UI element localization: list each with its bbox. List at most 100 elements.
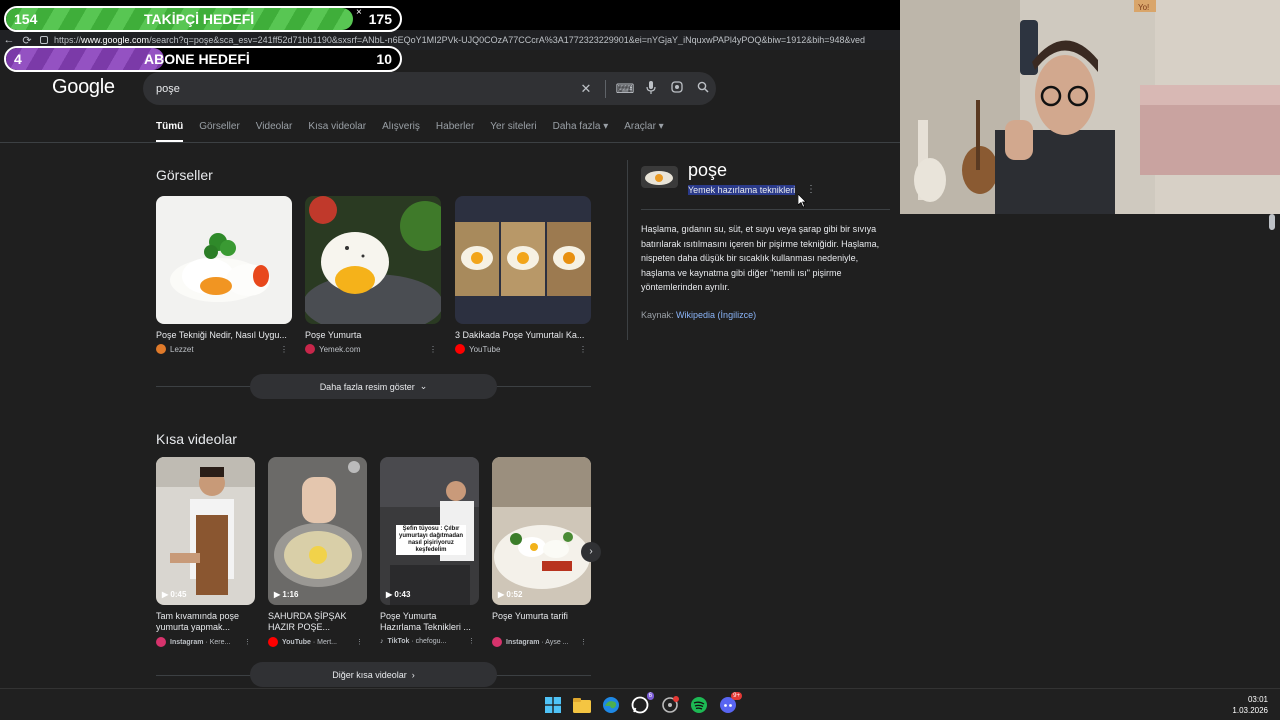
system-clock[interactable]: 03:01 1.03.2026 (1232, 694, 1268, 716)
video-source: Instagram · Kere... ⋮ (156, 637, 255, 647)
more-vert-icon[interactable]: ⋮ (580, 638, 587, 646)
image-thumbnail[interactable] (156, 196, 292, 324)
image-source: YouTube ⋮ (455, 344, 591, 354)
site-info-icon[interactable] (40, 36, 48, 44)
more-images-label: Daha fazla resim göster (319, 381, 415, 392)
tab-3[interactable]: Kısa videolar (308, 121, 366, 142)
more-vert-icon[interactable]: ⋮ (579, 345, 587, 354)
tab-7[interactable]: Daha fazla ▾ (553, 121, 609, 142)
video-duration-value: 0:45 (170, 590, 187, 599)
video-caption[interactable]: Poşe Yumurta tarifi (492, 611, 591, 633)
knowledge-panel-subtitle[interactable]: Yemek hazırlama teknikleri (688, 185, 796, 195)
more-vert-icon[interactable]: ⋮ (244, 638, 251, 646)
discord-badge: 9+ (731, 692, 742, 700)
tab-5[interactable]: Haberler (436, 121, 474, 142)
youtube-icon (268, 637, 278, 647)
video-platform: Instagram (170, 638, 204, 646)
search-box[interactable]: poşe ✕ ⌨ (143, 72, 716, 105)
images-section-title: Görseller (156, 167, 213, 183)
follower-goal-label: TAKİPÇİ HEDEFİ (144, 11, 255, 27)
video-thumbnail[interactable]: ▶ 1:16 (268, 457, 367, 605)
short-video-card[interactable]: ▶ 0:52 Poşe Yumurta tarifi Instagram · A… (492, 457, 591, 647)
tiktok-icon: ♪ (380, 637, 384, 645)
image-result[interactable]: 3 Dakikada Poşe Yumurtalı Ka... YouTube ⋮ (455, 196, 591, 354)
video-thumbnail[interactable]: ▶ 0:52 (492, 457, 591, 605)
keyboard-icon[interactable]: ⌨ (612, 81, 638, 97)
page-scrollbar[interactable] (1268, 214, 1276, 684)
image-source: Yemek.com ⋮ (305, 344, 441, 354)
video-caption[interactable]: SAHURDA ŞİPŞAK HAZIR POŞE... (268, 611, 367, 633)
image-caption[interactable]: Poşe Yumurta (305, 330, 441, 340)
lens-icon[interactable] (664, 81, 690, 96)
follower-current: 154 (14, 11, 38, 27)
image-thumbnail[interactable] (305, 196, 441, 324)
image-thumbnail[interactable] (455, 196, 591, 324)
search-icon[interactable] (690, 81, 716, 96)
tab-2[interactable]: Videolar (256, 121, 293, 142)
shorts-section-title: Kısa videolar (156, 431, 237, 447)
instagram-icon (156, 637, 166, 647)
image-result[interactable]: Poşe Yumurta Yemek.com ⋮ (305, 196, 441, 354)
spotify-icon[interactable] (689, 695, 709, 715)
video-duration: ▶ 0:45 (162, 590, 187, 599)
tab-4[interactable]: Alışveriş (382, 121, 420, 142)
discord-icon[interactable]: 9+ (718, 692, 742, 715)
video-caption[interactable]: Tam kıvamında poşe yumurta yapmak... (156, 611, 255, 633)
short-video-card[interactable]: Şefin tüyosu : Çılbır yumurtayı dağıtmad… (380, 457, 479, 645)
tab-1[interactable]: Görseller (199, 121, 240, 142)
google-logo[interactable]: Google (52, 76, 115, 99)
back-icon[interactable]: ← (0, 34, 18, 46)
more-images-button[interactable]: Daha fazla resim göster ⌄ (250, 374, 497, 399)
tab-0[interactable]: Tümü (156, 121, 184, 142)
wikipedia-link[interactable]: Wikipedia (İngilizce) (676, 310, 756, 320)
tab-8[interactable]: Araçlar ▾ (624, 121, 663, 142)
carousel-next-icon[interactable]: › (581, 542, 601, 562)
reload-icon[interactable]: ⟳ (18, 34, 36, 47)
windows-start-icon[interactable] (543, 695, 563, 715)
video-thumbnail[interactable]: Şefin tüyosu : Çılbır yumurtayı dağıtmad… (380, 457, 479, 605)
more-vert-icon[interactable]: ⋮ (356, 638, 363, 646)
source-favicon (305, 344, 315, 354)
more-vert-icon[interactable]: ⋮ (468, 637, 475, 645)
video-source: YouTube · Mert... ⋮ (268, 637, 367, 647)
more-shorts-button[interactable]: Diğer kısa videolar › (250, 662, 497, 687)
short-video-card[interactable]: ▶ 0:45 Tam kıvamında poşe yumurta yapmak… (156, 457, 255, 647)
more-shorts-label: Diğer kısa videolar (332, 669, 407, 680)
more-vert-icon[interactable]: ⋮ (280, 345, 288, 354)
taskbar: 6 9+ 03:01 1.03.2026 (0, 688, 1280, 720)
url-prefix: https:// (54, 35, 82, 45)
panel-divider (627, 160, 628, 340)
video-thumbnail[interactable]: ▶ 0:45 (156, 457, 255, 605)
source-label: Kaynak: (641, 310, 674, 320)
file-explorer-icon[interactable] (572, 695, 592, 715)
search-input[interactable]: poşe (156, 83, 573, 95)
clock-time: 03:01 (1247, 695, 1268, 704)
edge-browser-icon[interactable] (601, 695, 621, 715)
video-platform: TikTok (387, 637, 410, 645)
subscriber-goal-label: ABONE HEDEFİ (144, 51, 250, 67)
webcam-feed: Yo! (900, 0, 1280, 214)
clear-icon[interactable]: ✕ (573, 81, 599, 97)
microphone-icon[interactable] (638, 80, 664, 97)
knowledge-panel-source: Kaynak: Wikipedia (İngilizce) (641, 310, 756, 320)
more-vert-icon[interactable]: ⋮ (429, 345, 437, 354)
video-platform: Instagram (506, 638, 540, 646)
close-icon[interactable]: × (356, 8, 362, 18)
short-video-card[interactable]: ▶ 1:16 SAHURDA ŞİPŞAK HAZIR POŞE... YouT… (268, 457, 367, 647)
video-caption[interactable]: Poşe Yumurta Hazırlama Teknikleri ... (380, 611, 479, 633)
image-caption[interactable]: Poşe Tekniği Nedir, Nasıl Uygu... (156, 330, 292, 340)
url-text[interactable]: https://www.google.com/search?q=poşe&sca… (54, 35, 865, 45)
source-name: Lezzet (170, 344, 194, 354)
knowledge-panel-thumbnail[interactable] (641, 166, 678, 188)
scrollbar-thumb[interactable] (1269, 214, 1275, 230)
image-caption[interactable]: 3 Dakikada Poşe Yumurtalı Ka... (455, 330, 591, 340)
video-author: · chefogu... (411, 637, 447, 645)
source-favicon (156, 344, 166, 354)
tab-6[interactable]: Yer siteleri (490, 121, 536, 142)
app-icon[interactable] (660, 695, 680, 715)
image-result[interactable]: Poşe Tekniği Nedir, Nasıl Uygu... Lezzet… (156, 196, 292, 354)
source-favicon (455, 344, 465, 354)
url-host: www.google.com (81, 35, 150, 45)
whatsapp-icon[interactable]: 6 (630, 692, 654, 715)
follower-goal-bar: 154 TAKİPÇİ HEDEFİ × 175 (4, 6, 402, 32)
